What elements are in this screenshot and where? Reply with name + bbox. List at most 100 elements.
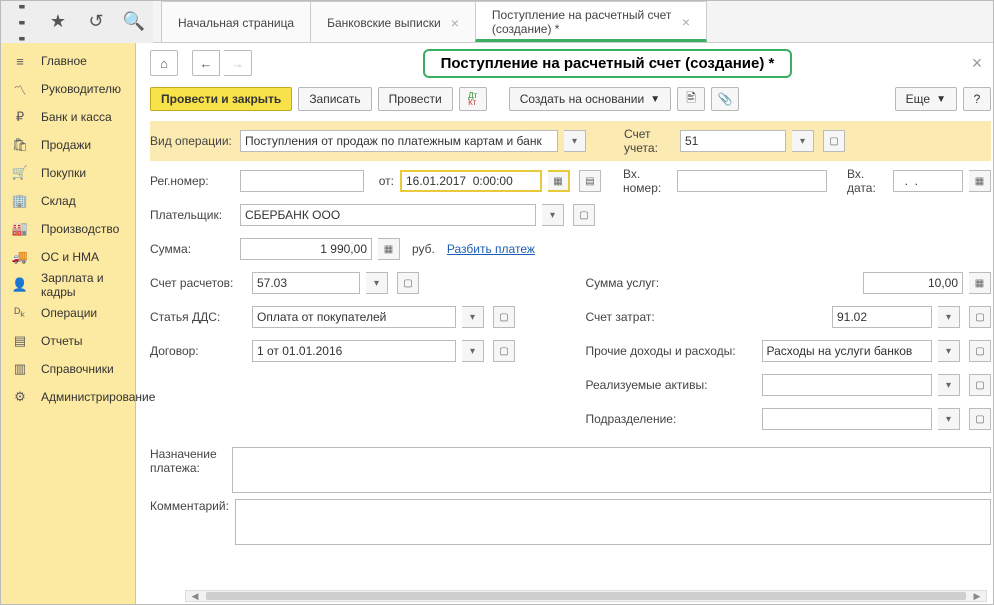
open-icon[interactable]: ▢ [397, 272, 419, 294]
calendar-icon[interactable]: ▦ [548, 170, 570, 192]
sidebar-item-manager[interactable]: 〽Руководителю [1, 75, 135, 103]
open-icon[interactable]: ▢ [573, 204, 595, 226]
reg-no-field[interactable] [240, 170, 364, 192]
open-icon[interactable]: ▢ [823, 130, 845, 152]
dtkt-button[interactable]: ДтКт [459, 87, 487, 111]
attach-button[interactable]: 📎 [711, 87, 739, 111]
account-field[interactable] [680, 130, 786, 152]
home-button[interactable]: ⌂ [150, 50, 178, 76]
sidebar-item-bank[interactable]: ₽Банк и касса [1, 103, 135, 131]
open-icon[interactable]: ▢ [969, 408, 991, 430]
in-date-field[interactable] [893, 170, 963, 192]
back-button[interactable]: ← [192, 50, 220, 76]
sidebar-item-hr[interactable]: 👤Зарплата и кадры [1, 271, 135, 299]
payer-field[interactable] [240, 204, 536, 226]
note-icon[interactable]: ▤ [579, 170, 601, 192]
sidebar-item-production[interactable]: 🏭Производство [1, 215, 135, 243]
other-field[interactable] [762, 340, 933, 362]
dropdown-icon[interactable]: ▾ [542, 204, 564, 226]
star-icon[interactable]: ★ [39, 1, 77, 43]
dropdown-icon[interactable]: ▾ [938, 306, 960, 328]
apps-icon[interactable]: ▪▪▪▪▪▪▪▪▪ [1, 1, 39, 43]
dropdown-icon[interactable]: ▾ [462, 340, 484, 362]
dropdown-icon[interactable]: ▾ [462, 306, 484, 328]
help-button[interactable]: ? [963, 87, 991, 111]
purpose-field[interactable] [232, 447, 991, 493]
search-icon[interactable]: 🔍 [115, 1, 153, 43]
close-icon[interactable]: × [682, 14, 690, 30]
sidebar-item-admin[interactable]: ⚙Администрирование [1, 383, 135, 411]
sidebar-item-label: Руководителю [41, 82, 125, 96]
scroll-left-icon[interactable]: ◀ [186, 591, 204, 601]
sidebar-item-main[interactable]: ≡Главное [1, 47, 135, 75]
sidebar-item-label: Отчеты [41, 334, 125, 348]
tab-receipt[interactable]: Поступление на расчетный счет (создание)… [475, 1, 707, 42]
sidebar: ≡Главное 〽Руководителю ₽Банк и касса 🛍 Пр… [1, 43, 136, 604]
print-button[interactable]: 🖹 [677, 87, 705, 111]
person-icon: 👤 [11, 277, 29, 293]
dropdown-icon[interactable]: ▾ [938, 340, 960, 362]
close-icon[interactable]: × [451, 15, 459, 31]
sidebar-item-catalogs[interactable]: ▥Справочники [1, 355, 135, 383]
settlement-acc-field[interactable] [252, 272, 360, 294]
op-type-field[interactable] [240, 130, 558, 152]
history-icon[interactable]: ↺ [77, 1, 115, 43]
reg-no-label: Рег.номер: [150, 174, 234, 188]
sidebar-item-label: Продажи [41, 138, 125, 152]
save-button[interactable]: Записать [298, 87, 371, 111]
forward-button[interactable]: → [224, 50, 252, 76]
sidebar-item-stock[interactable]: 🏢Склад [1, 187, 135, 215]
post-and-close-button[interactable]: Провести и закрыть [150, 87, 292, 111]
serv-sum-field[interactable] [863, 272, 963, 294]
dds-label: Статья ДДС: [150, 310, 246, 324]
split-payment-link[interactable]: Разбить платеж [447, 242, 535, 256]
sidebar-item-assets[interactable]: 🚚ОС и НМА [1, 243, 135, 271]
sidebar-item-reports[interactable]: ▤Отчеты [1, 327, 135, 355]
dropdown-icon[interactable]: ▾ [792, 130, 814, 152]
dropdown-icon[interactable]: ▾ [938, 408, 960, 430]
sidebar-item-operations[interactable]: ᴰₖОперации [1, 299, 135, 327]
calc-icon[interactable]: ▦ [378, 238, 400, 260]
calc-icon[interactable]: ▦ [969, 272, 991, 294]
sidebar-item-label: Банк и касса [41, 110, 125, 124]
open-icon[interactable]: ▢ [493, 306, 515, 328]
tab-label: Начальная страница [178, 16, 294, 30]
warehouse-icon: 🏢 [11, 193, 29, 209]
dropdown-icon[interactable]: ▾ [938, 374, 960, 396]
sum-field[interactable] [240, 238, 372, 260]
dropdown-icon[interactable]: ▾ [366, 272, 388, 294]
in-no-field[interactable] [677, 170, 827, 192]
assets-field[interactable] [762, 374, 933, 396]
dropdown-icon[interactable]: ▾ [564, 130, 586, 152]
contract-field[interactable] [252, 340, 456, 362]
close-button[interactable]: × [963, 53, 991, 74]
open-icon[interactable]: ▢ [969, 374, 991, 396]
tab-bank-statements[interactable]: Банковские выписки× [310, 1, 476, 42]
date-field[interactable] [400, 170, 542, 192]
open-icon[interactable]: ▢ [493, 340, 515, 362]
purpose-label: Назначение платежа: [150, 447, 226, 475]
sidebar-item-label: ОС и НМА [41, 250, 125, 264]
division-field[interactable] [762, 408, 933, 430]
comment-label: Комментарий: [150, 499, 229, 513]
sidebar-item-sales[interactable]: 🛍 Продажи [1, 131, 135, 159]
open-icon[interactable]: ▢ [969, 340, 991, 362]
comment-field[interactable] [235, 499, 991, 545]
calendar-icon[interactable]: ▦ [969, 170, 991, 192]
open-icon[interactable]: ▢ [969, 306, 991, 328]
create-based-on-button[interactable]: Создать на основании▼ [509, 87, 671, 111]
dds-field[interactable] [252, 306, 456, 328]
post-button[interactable]: Провести [378, 87, 453, 111]
scroll-right-icon[interactable]: ▶ [968, 591, 986, 601]
scroll-thumb[interactable] [206, 592, 966, 600]
bag-icon: 🛍 [11, 137, 29, 153]
contract-label: Договор: [150, 344, 246, 358]
serv-sum-label: Сумма услуг: [586, 276, 756, 290]
more-button[interactable]: Еще▼ [895, 87, 957, 111]
horizontal-scrollbar[interactable]: ◀ ▶ [185, 590, 987, 602]
sidebar-item-label: Производство [41, 222, 125, 236]
tab-home[interactable]: Начальная страница [161, 1, 311, 42]
cost-acc-field[interactable] [832, 306, 932, 328]
page-title: Поступление на расчетный счет (создание)… [423, 49, 793, 78]
sidebar-item-purchases[interactable]: 🛒Покупки [1, 159, 135, 187]
